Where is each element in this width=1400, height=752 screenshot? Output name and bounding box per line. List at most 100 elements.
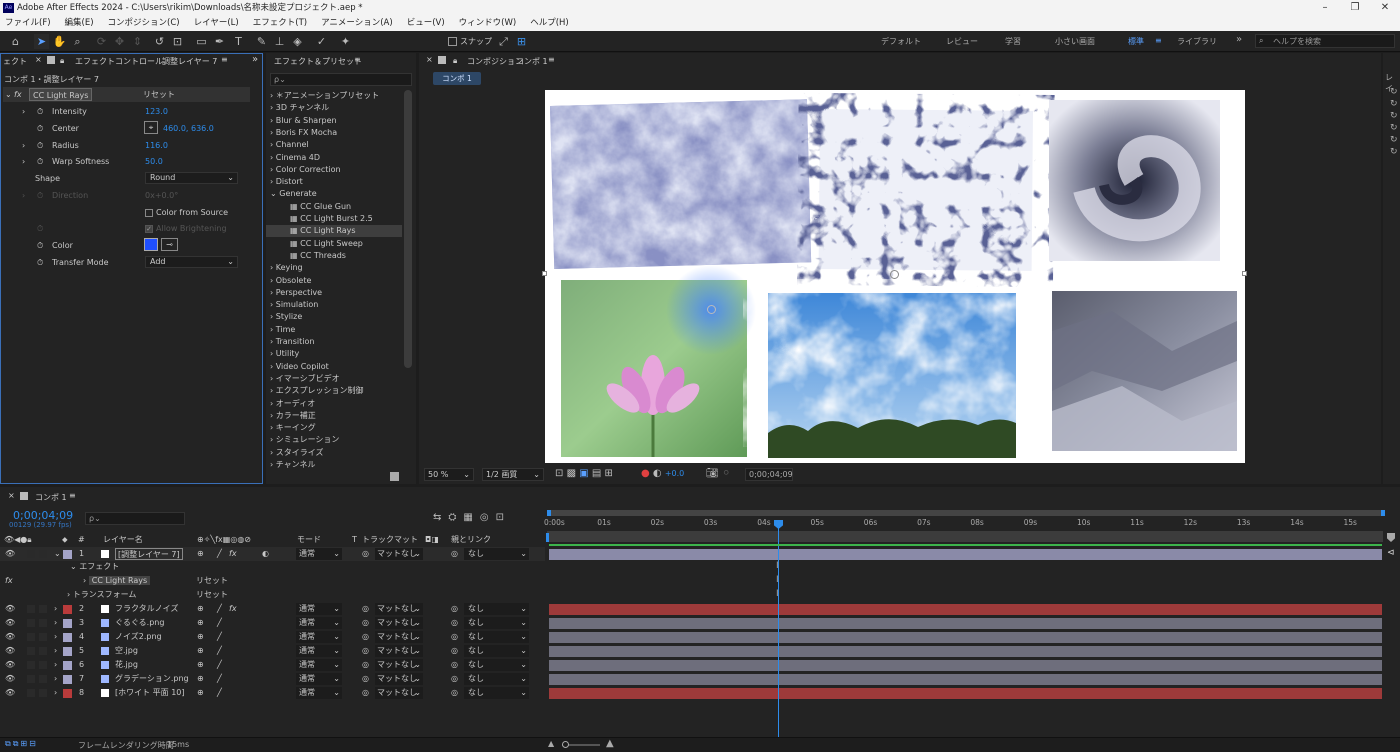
solo-toggle[interactable] <box>27 605 35 613</box>
parent-dropdown[interactable]: なし ⌄ <box>464 548 529 560</box>
effect-category[interactable]: › Utility <box>270 348 299 360</box>
panel-menu-icon[interactable]: ≡ <box>354 55 361 64</box>
color-from-source-checkbox[interactable]: Color from Source <box>145 205 228 220</box>
mask-icon[interactable]: ▣ <box>579 468 588 479</box>
workspace-small-screen[interactable]: 小さい画面 <box>1055 36 1095 47</box>
exposure-reset-icon[interactable]: ◐ <box>653 468 662 479</box>
show-snapshot-icon[interactable]: ⚪ <box>722 468 730 479</box>
parent-dropdown[interactable]: なし ⌄ <box>464 617 529 629</box>
layer-duration-bar[interactable] <box>549 674 1382 685</box>
layer-name[interactable]: 空.jpg <box>115 644 138 658</box>
matte-link-icon[interactable]: ◎ <box>362 658 369 672</box>
effect-reset-link[interactable]: リセット <box>143 87 175 102</box>
right-panel-icons[interactable]: ↻ ↻ ↻ ↻ ↻ ↻ <box>1390 86 1398 158</box>
menu-edit[interactable]: 編集(E) <box>65 18 94 28</box>
color-swatch[interactable] <box>144 238 158 251</box>
effect-category[interactable]: › Perspective <box>270 287 322 299</box>
expand-radius-icon[interactable]: › <box>22 138 25 153</box>
mode-dropdown[interactable]: 通常 ⌄ <box>296 645 342 657</box>
guides-icon[interactable]: ▤ <box>592 468 601 479</box>
effect-category[interactable]: › Video Copilot <box>270 361 329 373</box>
eye-icon[interactable]: 👁︎ <box>5 547 15 561</box>
eye-icon[interactable]: 👁︎ <box>5 602 15 616</box>
mode-dropdown[interactable]: 通常 ⌄ <box>296 659 342 671</box>
menu-layer[interactable]: レイヤー(L) <box>194 18 239 28</box>
work-area-end[interactable] <box>1381 510 1385 516</box>
playhead-line[interactable] <box>778 528 779 737</box>
pan-tool-icon[interactable]: ✥ <box>112 34 127 49</box>
track-matte-dropdown[interactable]: マットなし ⌄ <box>375 631 423 643</box>
timeline-search-input[interactable]: ρ⌄ <box>85 512 185 525</box>
effect-preset-item[interactable]: ▦ CC Light Sweep <box>290 238 363 250</box>
fx-switch-icon[interactable]: fx <box>229 602 237 616</box>
effect-category[interactable]: › Obsolete <box>270 275 311 287</box>
matte-link-icon[interactable]: ◎ <box>362 630 369 644</box>
effect-preset-item[interactable]: ▦ CC Threads <box>290 250 346 262</box>
effect-reset-link[interactable]: リセット <box>196 574 236 588</box>
light-rays-center-icon[interactable] <box>707 305 716 314</box>
stopwatch-icon[interactable]: ⏱︎ <box>37 238 43 253</box>
stopwatch-icon[interactable]: ⏱︎ <box>37 121 43 136</box>
work-area-start[interactable] <box>547 510 551 516</box>
shy-switch-icon[interactable]: ⊕ <box>197 602 204 616</box>
help-search-input[interactable]: ⌕ ヘルプを検索 <box>1255 34 1395 48</box>
shy-switch-icon[interactable]: ⊕ <box>197 672 204 686</box>
layer-name[interactable]: ノイズ2.png <box>115 630 162 644</box>
parent-pickwhip-icon[interactable]: ◎ <box>451 658 458 672</box>
mode-dropdown[interactable]: 通常 ⌄ <box>296 617 342 629</box>
workspace-learn[interactable]: 学習 <box>1005 36 1021 47</box>
menu-animation[interactable]: アニメーション(A) <box>321 18 393 28</box>
zoom-dropdown[interactable]: 50 % ⌄ <box>424 468 474 481</box>
stopwatch-icon[interactable]: ⏱︎ <box>37 104 43 119</box>
track-matte-dropdown[interactable]: マットなし ⌄ <box>375 548 423 560</box>
label-color-swatch[interactable] <box>63 619 72 628</box>
eye-icon[interactable]: 👁︎ <box>5 658 15 672</box>
anchor-point-icon[interactable] <box>890 270 899 279</box>
chevron-right-icon[interactable]: › <box>54 686 57 700</box>
layer-duration-bar[interactable] <box>549 632 1382 643</box>
track-matte-dropdown[interactable]: マットなし ⌄ <box>375 617 423 629</box>
effect-category[interactable]: › Keying <box>270 262 303 274</box>
effect-category[interactable]: › Boris FX Mocha <box>270 127 337 139</box>
zoom-out-icon[interactable]: ▲ <box>548 739 554 748</box>
status-icons[interactable]: ⧉⧉⊞⊟ <box>5 739 38 749</box>
parent-pickwhip-icon[interactable]: ◎ <box>451 616 458 630</box>
stamp-tool-icon[interactable]: ⊥ <box>272 34 287 49</box>
eye-icon[interactable]: 👁︎ <box>5 672 15 686</box>
quality-switch-icon[interactable]: ╱ <box>217 686 222 700</box>
parent-pickwhip-icon[interactable]: ◎ <box>451 672 458 686</box>
mode-dropdown[interactable]: 通常 ⌄ <box>296 603 342 615</box>
track-matte-dropdown[interactable]: マットなし ⌄ <box>375 673 423 685</box>
transfer-mode-dropdown[interactable]: Add ⌄ <box>145 256 238 268</box>
anchor-tool-icon[interactable]: ⊡ <box>170 34 185 49</box>
brush-tool-icon[interactable]: ✎ <box>254 34 269 49</box>
effect-category[interactable]: ⌄ Generate <box>270 188 317 200</box>
label-color-swatch[interactable] <box>63 661 72 670</box>
effect-category[interactable]: › Color Correction <box>270 164 341 176</box>
parent-pickwhip-icon[interactable]: ◎ <box>451 630 458 644</box>
snap-checkbox[interactable] <box>448 37 457 46</box>
matte-link-icon[interactable]: ◎ <box>362 616 369 630</box>
chevron-right-icon[interactable]: › <box>54 630 57 644</box>
shy-switch-icon[interactable]: ⊕ <box>197 630 204 644</box>
workspace-menu-icon[interactable]: ≡ <box>1155 36 1162 45</box>
label-color-swatch[interactable] <box>63 689 72 698</box>
parent-pickwhip-icon[interactable]: ◎ <box>451 547 458 561</box>
adjustment-switch-icon[interactable]: ◐ <box>262 547 269 561</box>
lock-icon[interactable] <box>47 56 55 64</box>
transform-reset-link[interactable]: リセット <box>196 588 236 602</box>
matte-link-icon[interactable]: ◎ <box>362 644 369 658</box>
label-color-swatch[interactable] <box>63 605 72 614</box>
expand-effect-icon[interactable]: ⌄ <box>5 87 12 102</box>
lock-toggle[interactable] <box>39 633 47 641</box>
effect-category[interactable]: › エクスプレッション制御 <box>270 385 364 397</box>
layer-duration-bar[interactable] <box>549 604 1382 615</box>
solo-toggle[interactable] <box>27 633 35 641</box>
effect-preset-item[interactable]: ▦ CC Light Burst 2.5 <box>290 213 373 225</box>
eraser-tool-icon[interactable]: ◈ <box>290 34 305 49</box>
stopwatch-icon[interactable]: ⏱︎ <box>37 255 43 270</box>
close-tab-icon[interactable]: × <box>8 491 15 500</box>
layer-duration-bar[interactable] <box>549 660 1382 671</box>
matte-link-icon[interactable]: ◎ <box>362 672 369 686</box>
layer-handle[interactable] <box>542 271 547 276</box>
